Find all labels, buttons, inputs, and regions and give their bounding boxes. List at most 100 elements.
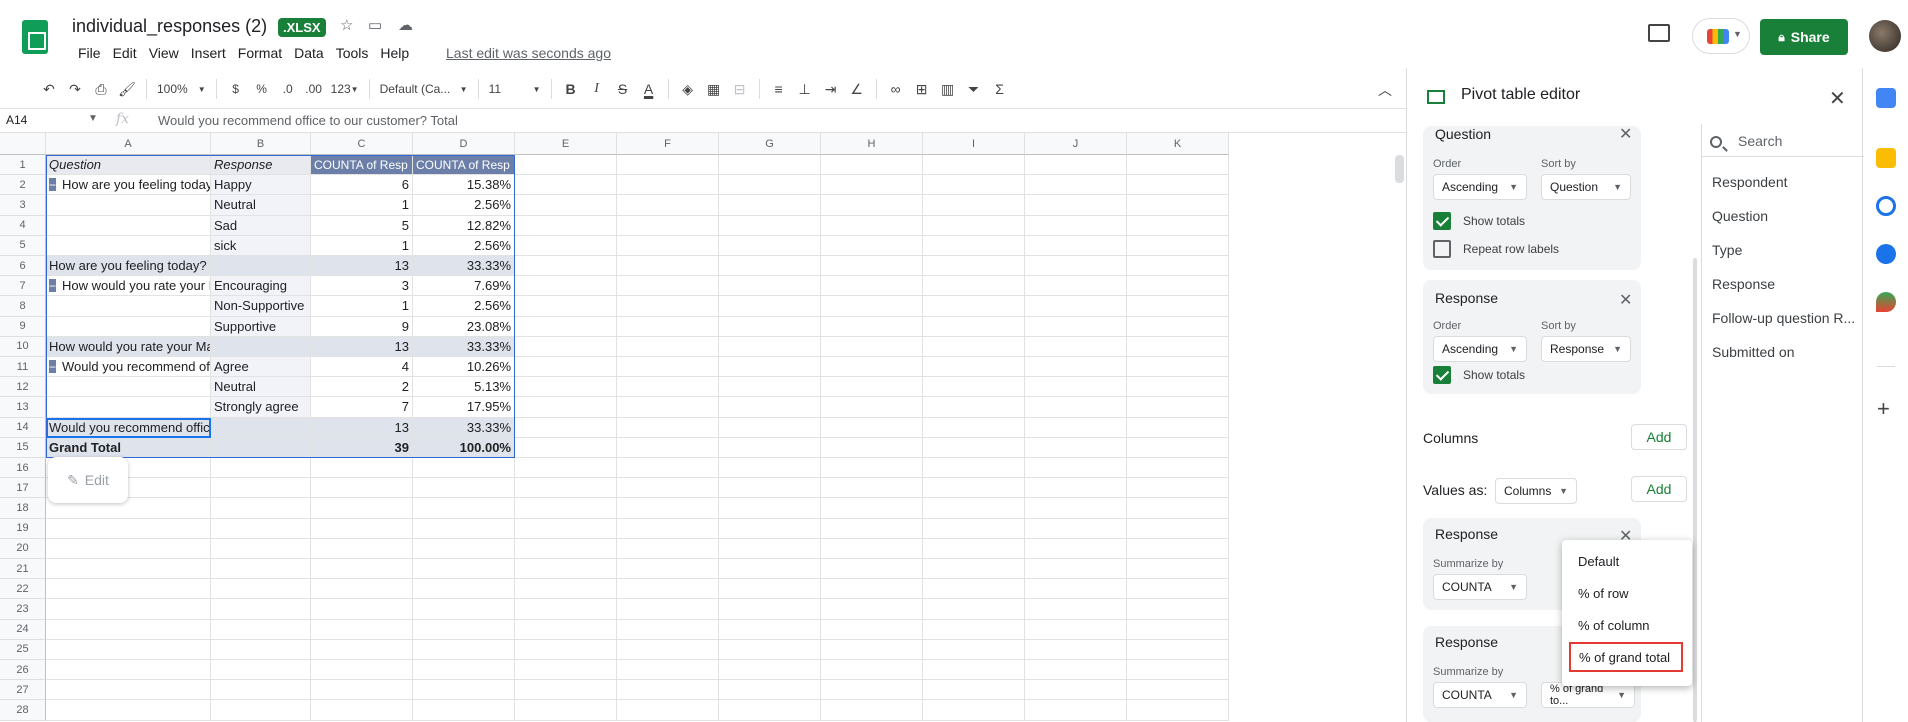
grid-cell[interactable]: [1025, 316, 1127, 337]
meet-button[interactable]: ▼: [1692, 18, 1750, 54]
grid-cell[interactable]: [821, 680, 923, 701]
grid-cell[interactable]: [1025, 296, 1127, 317]
show-totals-checkbox[interactable]: [1433, 212, 1451, 230]
row-header[interactable]: 2: [0, 175, 46, 196]
grid-cell[interactable]: [719, 235, 821, 256]
row-header[interactable]: 18: [0, 498, 46, 519]
grid-cell[interactable]: [1127, 478, 1229, 499]
pivot-cell[interactable]: Neutral: [211, 377, 311, 398]
grid-cell[interactable]: [821, 155, 923, 176]
merge-cells-icon[interactable]: ⊟: [727, 75, 753, 103]
functions-button[interactable]: Σ: [987, 75, 1013, 103]
grid-cell[interactable]: [1127, 377, 1229, 398]
pivot-cell[interactable]: 5.13%: [413, 377, 515, 398]
grid-cell[interactable]: [923, 639, 1025, 660]
grid-cell[interactable]: [923, 336, 1025, 357]
horizontal-align-icon[interactable]: ≡: [766, 75, 792, 103]
grid-cell[interactable]: [311, 700, 413, 721]
grid-cell[interactable]: [821, 599, 923, 620]
grid-cell[interactable]: [923, 619, 1025, 640]
sortby-dropdown[interactable]: Question ▼: [1541, 174, 1631, 200]
field-item[interactable]: Question: [1712, 208, 1768, 224]
pivot-cell[interactable]: Happy: [211, 175, 311, 196]
vertical-align-icon[interactable]: ⊥: [792, 75, 818, 103]
grid-cell[interactable]: [719, 538, 821, 559]
grid-cell[interactable]: [923, 316, 1025, 337]
grid-cell[interactable]: [515, 518, 617, 539]
pivot-cell[interactable]: 23.08%: [413, 316, 515, 337]
grid-cell[interactable]: [617, 357, 719, 378]
grid-cell[interactable]: [1025, 639, 1127, 660]
row-header[interactable]: 27: [0, 680, 46, 701]
grid-cell[interactable]: [515, 296, 617, 317]
name-box[interactable]: A14: [6, 113, 27, 127]
grid-cell[interactable]: [617, 599, 719, 620]
grid-cell[interactable]: [617, 538, 719, 559]
grid-cell[interactable]: [821, 478, 923, 499]
row-header[interactable]: 9: [0, 316, 46, 337]
pivot-cell[interactable]: 13: [311, 417, 413, 438]
row-header[interactable]: 15: [0, 437, 46, 458]
grid-cell[interactable]: [311, 660, 413, 681]
grid-cell[interactable]: [1127, 397, 1229, 418]
pivot-cell[interactable]: 100.00%: [413, 437, 515, 458]
grid-cell[interactable]: [617, 700, 719, 721]
repeat-row-labels-checkbox[interactable]: [1433, 240, 1451, 258]
grid-cell[interactable]: [211, 538, 311, 559]
grid-cell[interactable]: [617, 579, 719, 600]
order-dropdown[interactable]: Ascending ▼: [1433, 336, 1527, 362]
grid-cell[interactable]: [923, 195, 1025, 216]
grid-cell[interactable]: [1127, 316, 1229, 337]
insert-chart-icon[interactable]: ▥: [935, 75, 961, 103]
grid-cell[interactable]: [1025, 336, 1127, 357]
grid-cell[interactable]: [923, 680, 1025, 701]
grid-cell[interactable]: [211, 559, 311, 580]
grid-cell[interactable]: [515, 599, 617, 620]
grid-cell[interactable]: [1025, 276, 1127, 297]
calendar-icon[interactable]: [1876, 88, 1896, 108]
pivot-cell[interactable]: Sad: [211, 215, 311, 236]
order-dropdown[interactable]: Ascending ▼: [1433, 174, 1527, 200]
grid-cell[interactable]: [821, 175, 923, 196]
pivot-cell[interactable]: 6: [311, 175, 413, 196]
column-header[interactable]: D: [413, 133, 515, 155]
grid-cell[interactable]: [719, 518, 821, 539]
fill-color-icon[interactable]: ◈: [675, 75, 701, 103]
pivot-cell[interactable]: 9: [311, 316, 413, 337]
grid-cell[interactable]: [617, 276, 719, 297]
menu-option-percent-of-grand-total[interactable]: % of grand total: [1569, 642, 1683, 672]
grid-cell[interactable]: [1025, 660, 1127, 681]
grid-cell[interactable]: [515, 417, 617, 438]
pivot-cell[interactable]: −Would you recommend office to our custo…: [46, 357, 211, 378]
pivot-cell[interactable]: 33.33%: [413, 256, 515, 277]
pivot-cell[interactable]: 4: [311, 357, 413, 378]
grid-cell[interactable]: [46, 660, 211, 681]
grid-cell[interactable]: [515, 235, 617, 256]
row-header[interactable]: 19: [0, 518, 46, 539]
grid-cell[interactable]: [1127, 256, 1229, 277]
pivot-cell[interactable]: 13: [311, 256, 413, 277]
grid-cell[interactable]: [1127, 518, 1229, 539]
grid-cell[interactable]: [515, 357, 617, 378]
grid-cell[interactable]: [515, 478, 617, 499]
grid-cell[interactable]: [1025, 397, 1127, 418]
row-header[interactable]: 22: [0, 579, 46, 600]
grid-cell[interactable]: [1127, 296, 1229, 317]
grid-cell[interactable]: [821, 256, 923, 277]
grid-cell[interactable]: [821, 397, 923, 418]
grid-cell[interactable]: [719, 316, 821, 337]
grid-cell[interactable]: [821, 619, 923, 640]
grid-cell[interactable]: [617, 639, 719, 660]
grid-cell[interactable]: [311, 518, 413, 539]
pivot-cell[interactable]: 15.38%: [413, 175, 515, 196]
pivot-cell[interactable]: [211, 256, 311, 277]
pivot-cell[interactable]: 2: [311, 377, 413, 398]
grid-cell[interactable]: [1127, 155, 1229, 176]
grid-cell[interactable]: [719, 357, 821, 378]
grid-cell[interactable]: [311, 458, 413, 479]
grid-cell[interactable]: [1127, 336, 1229, 357]
column-header[interactable]: C: [311, 133, 413, 155]
cloud-status-icon[interactable]: ☁: [398, 16, 413, 34]
grid-cell[interactable]: [719, 700, 821, 721]
grid-cell[interactable]: [1127, 437, 1229, 458]
